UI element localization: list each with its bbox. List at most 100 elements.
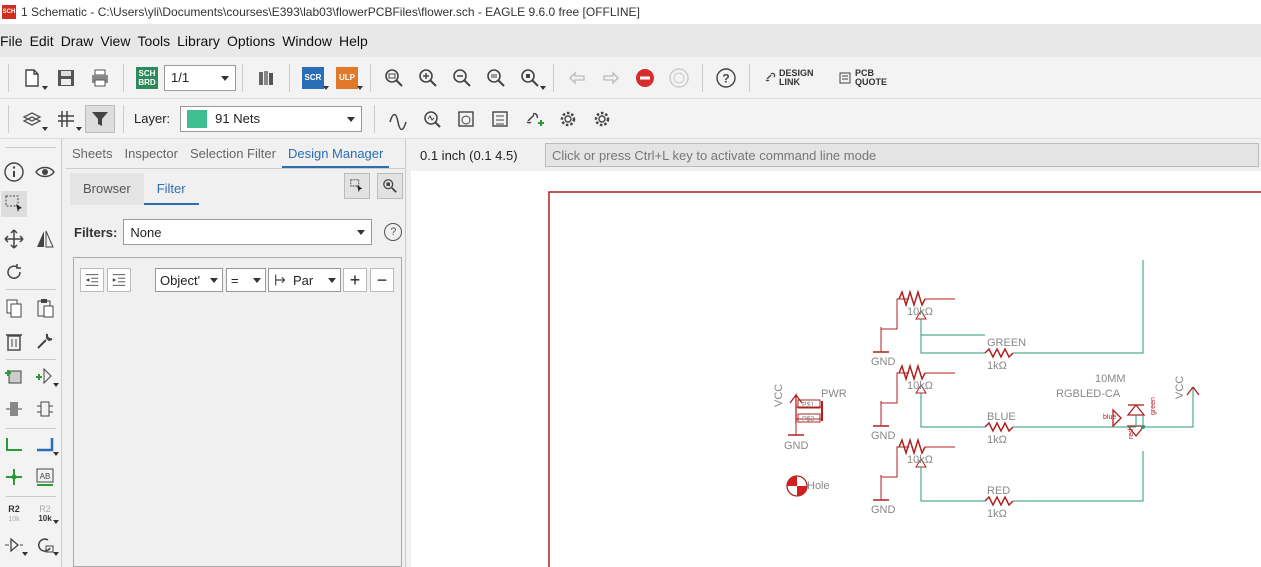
gear-settings-button[interactable]: [587, 105, 617, 133]
command-line-input[interactable]: Click or press Ctrl+L key to activate co…: [545, 143, 1259, 167]
layer-select[interactable]: 91 Nets: [180, 105, 363, 132]
parameter-select[interactable]: Par: [268, 268, 341, 292]
help-icon: ?: [716, 67, 736, 88]
gate-swap-button[interactable]: [1, 532, 28, 558]
zoom-out-button[interactable]: [447, 64, 477, 92]
object-select[interactable]: Object': [155, 268, 223, 292]
help-icon[interactable]: ?: [384, 223, 403, 241]
toolbar-divider: [370, 63, 371, 92]
gear-button[interactable]: [553, 105, 583, 133]
stop-button[interactable]: [630, 64, 660, 92]
replace-icon: [6, 402, 22, 416]
sch-brd-switch-button[interactable]: SCH BRD: [132, 64, 162, 92]
coordinate-readout: 0.1 inch (0.1 4.5): [420, 147, 518, 163]
smash-button[interactable]: [32, 532, 59, 558]
zoom-in-button[interactable]: [413, 64, 443, 92]
led-value: 10MM: [1095, 373, 1126, 385]
sheet-select[interactable]: 1/1: [164, 64, 236, 91]
tab-inspector[interactable]: Inspector: [118, 139, 183, 168]
library-button[interactable]: [251, 64, 281, 92]
pin-swap-button[interactable]: [32, 396, 58, 422]
indent-button[interactable]: [107, 268, 131, 292]
tab-selection-filter[interactable]: Selection Filter: [184, 139, 282, 168]
divider: [6, 428, 56, 429]
ulp-button[interactable]: ULP: [332, 64, 363, 92]
sheet-frame: [548, 191, 1261, 567]
menu-options[interactable]: Options: [227, 33, 282, 49]
outdent-button[interactable]: [80, 268, 104, 292]
layers-icon: [22, 111, 42, 126]
label-button[interactable]: AB: [32, 464, 58, 490]
filter-button[interactable]: [85, 104, 115, 133]
undo-button[interactable]: [562, 64, 592, 92]
parameter-icon: [275, 274, 286, 286]
printer-icon: [92, 69, 108, 86]
menu-view[interactable]: View: [100, 33, 137, 49]
go-button[interactable]: [664, 64, 694, 92]
paste-button[interactable]: [32, 295, 58, 321]
bus-button[interactable]: [32, 432, 59, 458]
info-button[interactable]: [1, 159, 27, 185]
rotate-button[interactable]: [1, 259, 27, 285]
save-button[interactable]: [51, 64, 81, 92]
indent-icon: [112, 274, 126, 286]
subtab-filter[interactable]: Filter: [143, 173, 199, 205]
remove-condition-button[interactable]: −: [370, 268, 394, 292]
design-link-label: DESIGN LINK: [779, 67, 814, 87]
zoom-select-button[interactable]: [515, 64, 546, 92]
add-part-button[interactable]: [1, 363, 27, 389]
add-gate-button[interactable]: [32, 363, 59, 389]
zoom-to-button[interactable]: [377, 173, 403, 199]
zoom-redraw-button[interactable]: [481, 64, 511, 92]
move-button[interactable]: [1, 226, 27, 252]
menu-edit[interactable]: Edit: [30, 33, 61, 49]
wave-icon: [389, 113, 407, 130]
new-file-icon: [25, 68, 39, 87]
value-button[interactable]: R2 10k: [32, 500, 59, 526]
delete-button[interactable]: [1, 328, 27, 354]
design-link-button[interactable]: DESIGN LINK: [764, 67, 823, 87]
power-connector: VCC PWR P$1 P$2 GND: [773, 384, 847, 452]
change-button[interactable]: [32, 328, 58, 354]
show-button[interactable]: [417, 105, 447, 133]
zoom-select-icon: [383, 179, 397, 193]
ulp-icon: ULP: [336, 66, 358, 89]
select-mode-button[interactable]: [344, 173, 370, 199]
drc-button[interactable]: [485, 105, 515, 133]
replace-button[interactable]: [1, 396, 27, 422]
menu-window[interactable]: Window: [282, 33, 339, 49]
menu-tools[interactable]: Tools: [137, 33, 177, 49]
help-button[interactable]: ?: [711, 64, 741, 92]
eye-button[interactable]: [32, 159, 58, 185]
filters-select[interactable]: None: [123, 219, 373, 245]
menu-help[interactable]: Help: [339, 33, 375, 49]
name-button[interactable]: R2 10k: [1, 500, 27, 526]
zoom-fit-button[interactable]: [379, 64, 409, 92]
new-file-button[interactable]: [17, 64, 48, 92]
junction-button[interactable]: [1, 464, 27, 490]
redo-button[interactable]: [596, 64, 626, 92]
menu-file[interactable]: File: [0, 33, 30, 49]
schematic-canvas[interactable]: 10kΩ GND GREEN 1kΩ 10kΩ GND BLUE 1kΩ 10k…: [411, 171, 1261, 567]
mirror-button[interactable]: [32, 226, 58, 252]
layer-settings-button[interactable]: [17, 105, 48, 133]
add-condition-button[interactable]: +: [343, 268, 367, 292]
wire-style-button[interactable]: [383, 105, 413, 133]
operator-select[interactable]: =: [226, 268, 266, 292]
select-button[interactable]: [1, 191, 27, 217]
subtab-browser[interactable]: Browser: [70, 173, 144, 205]
pcb-quote-button[interactable]: PCB QUOTE: [839, 68, 889, 87]
erc-button[interactable]: [451, 105, 481, 133]
grid-button[interactable]: [51, 105, 82, 133]
menu-draw[interactable]: Draw: [61, 33, 101, 49]
copy-button[interactable]: [1, 295, 27, 321]
zoom-select-icon: [521, 68, 539, 87]
tab-sheets[interactable]: Sheets: [66, 139, 118, 168]
design-manager-panel: Sheets Inspector Selection Filter Design…: [66, 139, 406, 567]
script-button[interactable]: SCR: [298, 64, 329, 92]
tab-design-manager[interactable]: Design Manager: [281, 139, 390, 168]
print-button[interactable]: [85, 64, 115, 92]
menu-library[interactable]: Library: [177, 33, 227, 49]
add-link-button[interactable]: [519, 105, 549, 133]
net-button[interactable]: [1, 432, 27, 458]
